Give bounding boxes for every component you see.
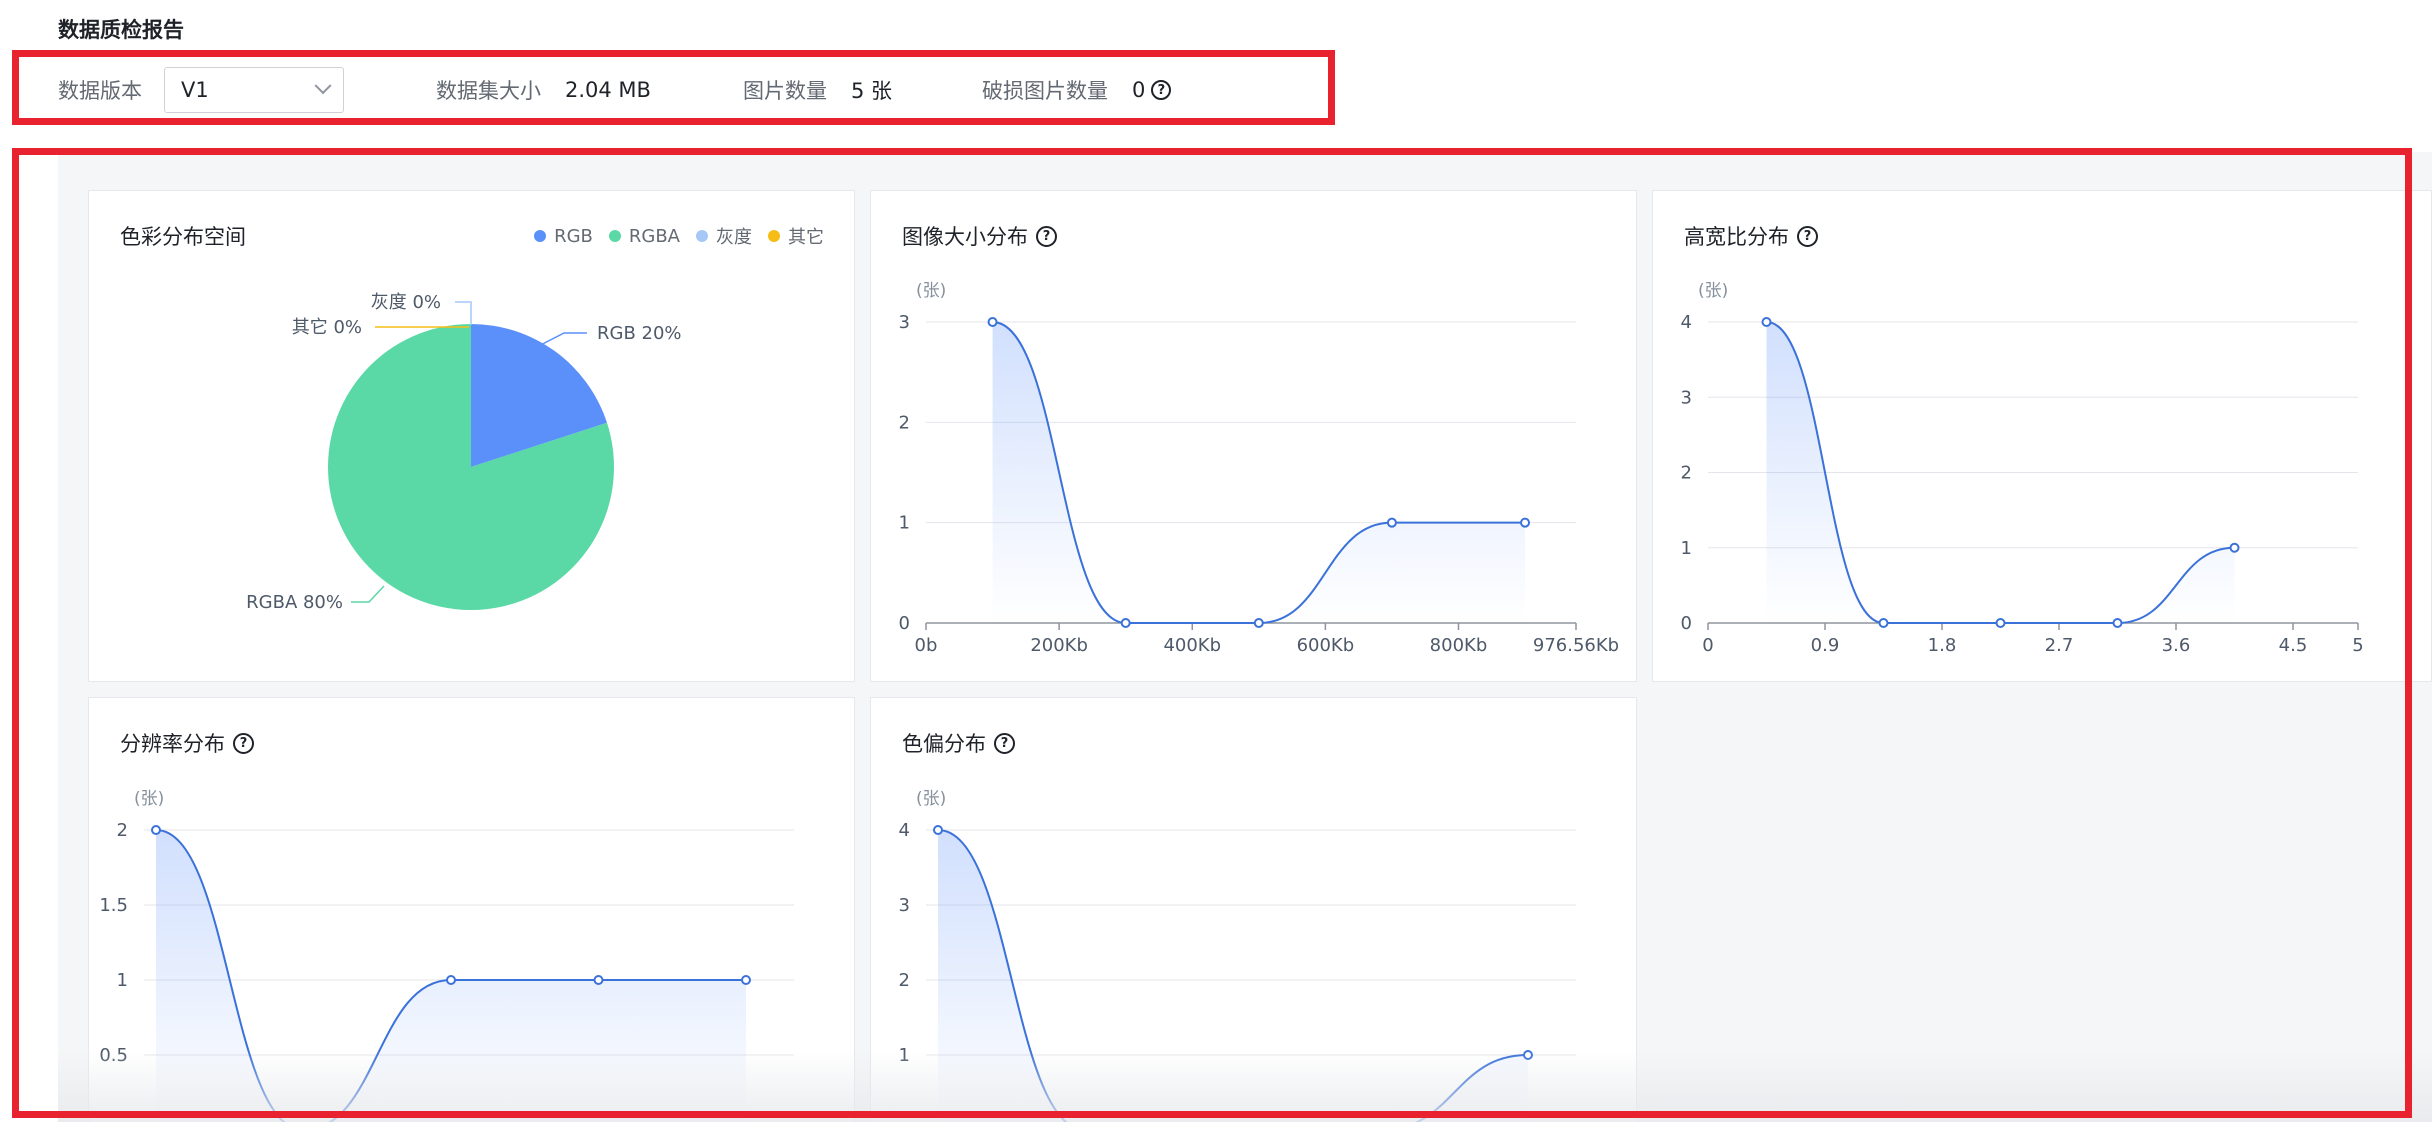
highlight-box-meta xyxy=(12,50,1335,125)
highlight-box-charts xyxy=(12,148,2412,1118)
page-title: 数据质检报告 xyxy=(58,18,184,42)
